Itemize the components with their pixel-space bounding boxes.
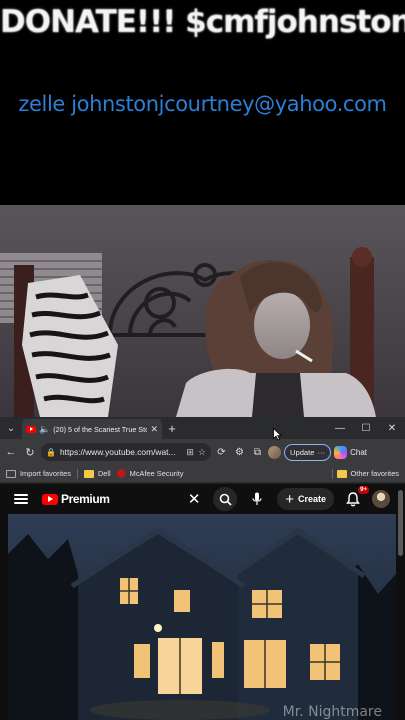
window-controls: — ☐ ✕ <box>327 417 405 439</box>
folder-icon <box>336 469 347 478</box>
copilot-chat-button[interactable]: Chat <box>334 445 367 459</box>
divider <box>331 468 333 479</box>
microphone-icon <box>252 492 262 505</box>
bell-icon <box>346 491 360 506</box>
favorite-label: McAfee Security <box>129 469 184 478</box>
copilot-icon <box>334 445 348 459</box>
lock-icon[interactable]: 🔒 <box>46 448 56 457</box>
import-icon <box>6 469 16 478</box>
other-favorites-label: Other favorites <box>350 469 399 478</box>
close-tab-icon[interactable]: ✕ <box>150 424 158 435</box>
youtube-header-actions: ✕ + Create 9+ <box>185 484 390 514</box>
webcam-scene <box>0 205 405 417</box>
page-scrollbar[interactable] <box>398 490 403 556</box>
back-arrow-icon[interactable]: ← <box>3 444 19 460</box>
refresh-icon[interactable]: ↻ <box>22 444 38 460</box>
notifications-button[interactable]: 9+ <box>344 486 369 508</box>
profile-avatar[interactable] <box>268 445 281 459</box>
notification-badge: 9+ <box>358 486 369 494</box>
tab-youtube[interactable]: 🔈 (20) 5 of the Scariest True Sto ✕ <box>22 419 162 439</box>
new-tab-plus-icon[interactable]: + <box>162 421 182 436</box>
favorite-star-icon[interactable]: ☆ <box>198 447 206 458</box>
avatar[interactable] <box>372 490 390 508</box>
youtube-header: Premium ✕ + Create 9+ <box>8 484 396 514</box>
favorites-bar: Import favorites Dell McAfee Security Ot… <box>0 465 405 483</box>
minimize-icon[interactable]: — <box>327 417 353 439</box>
update-button[interactable]: Update ··· <box>284 443 332 461</box>
collections-icon[interactable]: ⧉ <box>250 443 265 461</box>
maximize-icon[interactable]: ☐ <box>353 417 379 439</box>
tab-actions-chevron-icon[interactable]: ⌄ <box>0 417 22 439</box>
zelle-banner: zelle johnstonjcourtney@yahoo.com <box>18 92 387 116</box>
more-dots-icon: ··· <box>317 447 326 457</box>
favorite-label: Import favorites <box>20 469 71 478</box>
other-favorites[interactable]: Other favorites <box>331 468 399 479</box>
favorite-mcafee[interactable]: McAfee Security <box>116 469 184 478</box>
voice-search-button[interactable] <box>247 489 267 509</box>
address-bar[interactable]: 🔒 https://www.youtube.com/wat... ⊞ ☆ <box>41 443 211 461</box>
speaker-icon[interactable]: 🔈 <box>39 424 50 435</box>
update-label: Update <box>290 447 315 457</box>
close-search-icon[interactable]: ✕ <box>185 490 203 508</box>
create-button[interactable]: + Create <box>277 488 334 510</box>
youtube-brand[interactable]: Premium <box>61 492 110 506</box>
video-watermark: Mr. Nightmare <box>282 704 382 720</box>
close-window-icon[interactable]: ✕ <box>379 417 405 439</box>
create-label: Create <box>297 494 326 504</box>
folder-icon <box>83 469 94 478</box>
mcafee-icon <box>116 469 126 478</box>
youtube-logo-icon[interactable] <box>42 493 58 505</box>
refresh-extension-icon[interactable]: ⟳ <box>214 443 229 461</box>
stream-overlay: DONATE!!! $cmfjohnston zelle johnstonjco… <box>0 0 405 205</box>
navigation-bar: ← ↻ 🔒 https://www.youtube.com/wat... ⊞ ☆… <box>0 439 405 465</box>
chat-label: Chat <box>350 447 367 457</box>
video-frame <box>8 514 396 720</box>
search-button[interactable] <box>213 487 238 511</box>
mouse-cursor-icon <box>273 428 282 441</box>
divider <box>76 468 78 479</box>
webcam-feed <box>0 205 405 417</box>
browser-window: ⌄ 🔈 (20) 5 of the Scariest True Sto ✕ + … <box>0 417 405 720</box>
extensions-puzzle-icon[interactable]: ⚙ <box>232 443 247 461</box>
video-player[interactable]: Mr. Nightmare <box>8 514 396 720</box>
tab-bar: ⌄ 🔈 (20) 5 of the Scariest True Sto ✕ + … <box>0 417 405 439</box>
url-text: https://www.youtube.com/wat... <box>59 447 176 457</box>
menu-icon[interactable] <box>14 494 28 504</box>
plus-icon: + <box>285 490 294 508</box>
favorite-dell[interactable]: Dell <box>83 469 111 478</box>
search-icon <box>219 493 232 506</box>
favorite-import[interactable]: Import favorites <box>6 469 71 478</box>
favorite-label: Dell <box>97 469 111 478</box>
donate-banner: DONATE!!! $cmfjohnston <box>0 4 405 40</box>
youtube-favicon-icon <box>26 425 36 433</box>
split-screen-icon[interactable]: ⊞ <box>186 447 194 458</box>
tab-title: (20) 5 of the Scariest True Sto <box>53 424 148 434</box>
